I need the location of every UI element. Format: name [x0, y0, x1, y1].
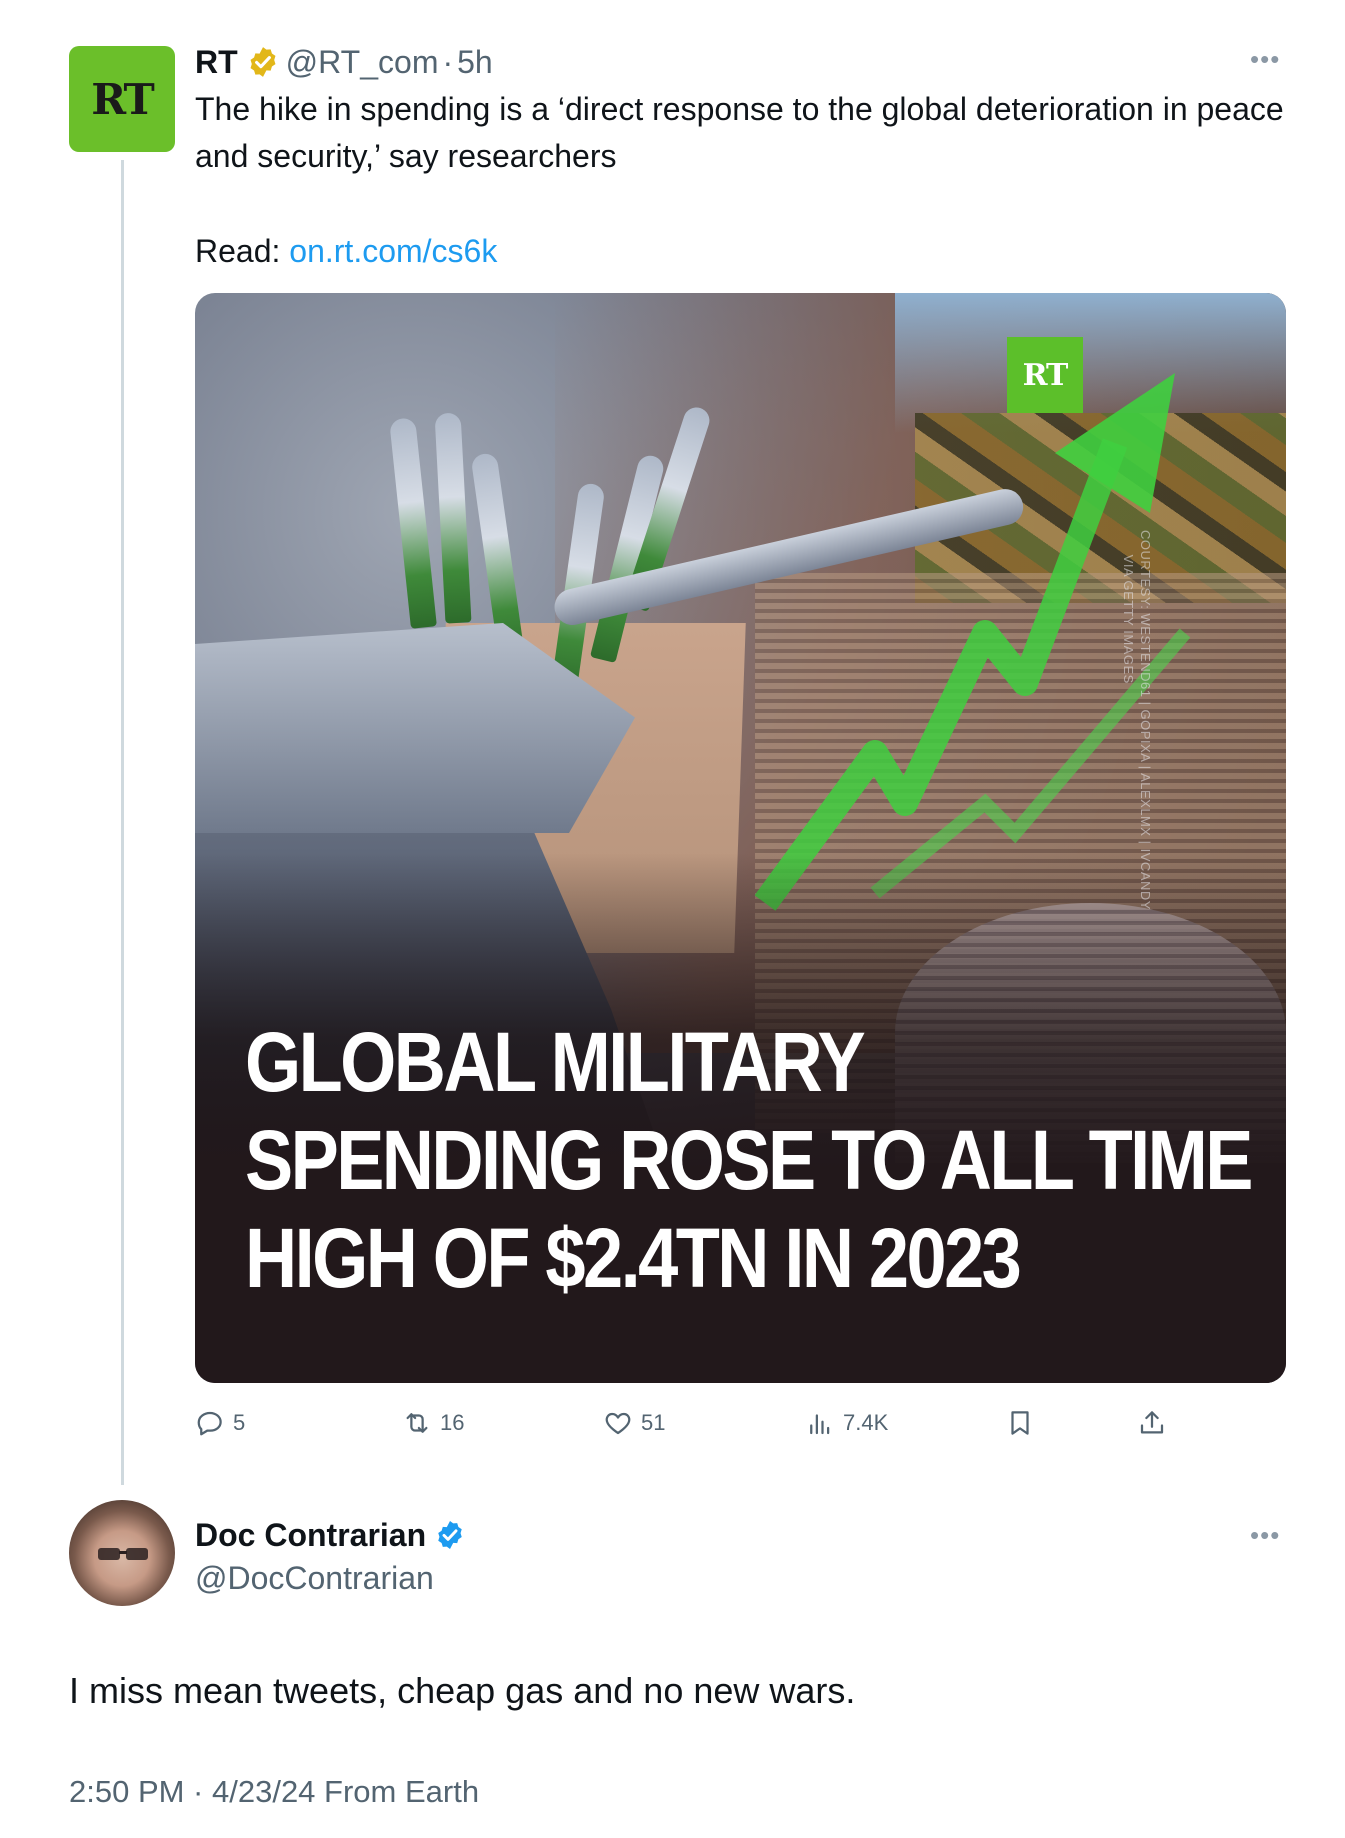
tweet-body: The hike in spending is a ‘direct respon… [195, 91, 1284, 174]
reply-author-handle[interactable]: @DocContrarian [195, 1556, 434, 1600]
thread-line [121, 160, 124, 1485]
reply-button[interactable]: 5 [195, 1405, 245, 1441]
like-button[interactable]: 51 [603, 1405, 665, 1441]
read-label: Read: [195, 233, 281, 269]
repost-button[interactable]: 16 [402, 1405, 464, 1441]
reply-body: I miss mean tweets, cheap gas and no new… [69, 1670, 856, 1711]
more-icon[interactable]: ••• [1250, 44, 1280, 75]
views-icon [810, 1414, 830, 1435]
reply-author-name[interactable]: Doc Contrarian [195, 1517, 426, 1554]
tweet-media-image[interactable]: RT COURTESY: WESTEND61 | GOPIXA | ALEXLM… [195, 293, 1286, 1383]
repost-icon [406, 1413, 428, 1433]
media-headline: GLOBAL MILITARY SPENDING ROSE TO ALL TIM… [245, 1013, 1253, 1307]
media-rt-logo-text: RT [1022, 357, 1069, 393]
author-name[interactable]: RT [195, 44, 238, 81]
reply-count: 5 [233, 1410, 246, 1435]
reply-icon [197, 1411, 222, 1436]
media-headline-line: GLOBAL MILITARY [245, 1015, 866, 1109]
share-button[interactable] [1137, 1405, 1167, 1441]
share-icon [1140, 1411, 1164, 1434]
media-photo-credit: COURTESY: WESTEND61 | GOPIXA | ALEXLMX |… [1121, 530, 1153, 910]
verified-blue-icon[interactable] [434, 1519, 466, 1551]
separator-dot: · [442, 43, 454, 80]
doc-contrarian-avatar[interactable] [69, 1500, 175, 1606]
rt-avatar[interactable]: RT [69, 46, 175, 152]
media-missile [389, 417, 437, 629]
tweet-header: RT @RT_com · 5h [195, 38, 493, 86]
tweet-read-line: Read: on.rt.com/cs6k [195, 228, 497, 275]
repost-count: 16 [440, 1410, 465, 1435]
bookmark-button[interactable] [1005, 1405, 1035, 1441]
verified-gold-icon[interactable] [246, 45, 280, 79]
like-count: 51 [641, 1410, 666, 1435]
views-button[interactable]: 7.4K [805, 1405, 888, 1441]
author-handle[interactable]: @RT_com [286, 44, 439, 81]
avatar-glasses [98, 1548, 148, 1560]
bookmark-icon [1011, 1411, 1029, 1435]
views-count: 7.4K [843, 1410, 889, 1435]
media-missile [434, 412, 472, 624]
reply-author-row: Doc Contrarian [195, 1512, 466, 1558]
tweet-time[interactable]: 5h [457, 44, 493, 81]
media-rt-logo: RT [1007, 337, 1083, 413]
media-headline-line: HIGH OF $2.4TN IN 2023 [245, 1211, 1022, 1305]
heart-icon [605, 1412, 631, 1435]
media-headline-line: SPENDING ROSE TO ALL TIME [245, 1113, 1253, 1207]
reply-timestamp[interactable]: 2:50 PM · 4/23/24 From Earth [69, 1770, 479, 1814]
tweet-link[interactable]: on.rt.com/cs6k [289, 233, 497, 269]
rt-avatar-logo: RT [91, 74, 154, 124]
more-icon[interactable]: ••• [1250, 1520, 1280, 1551]
